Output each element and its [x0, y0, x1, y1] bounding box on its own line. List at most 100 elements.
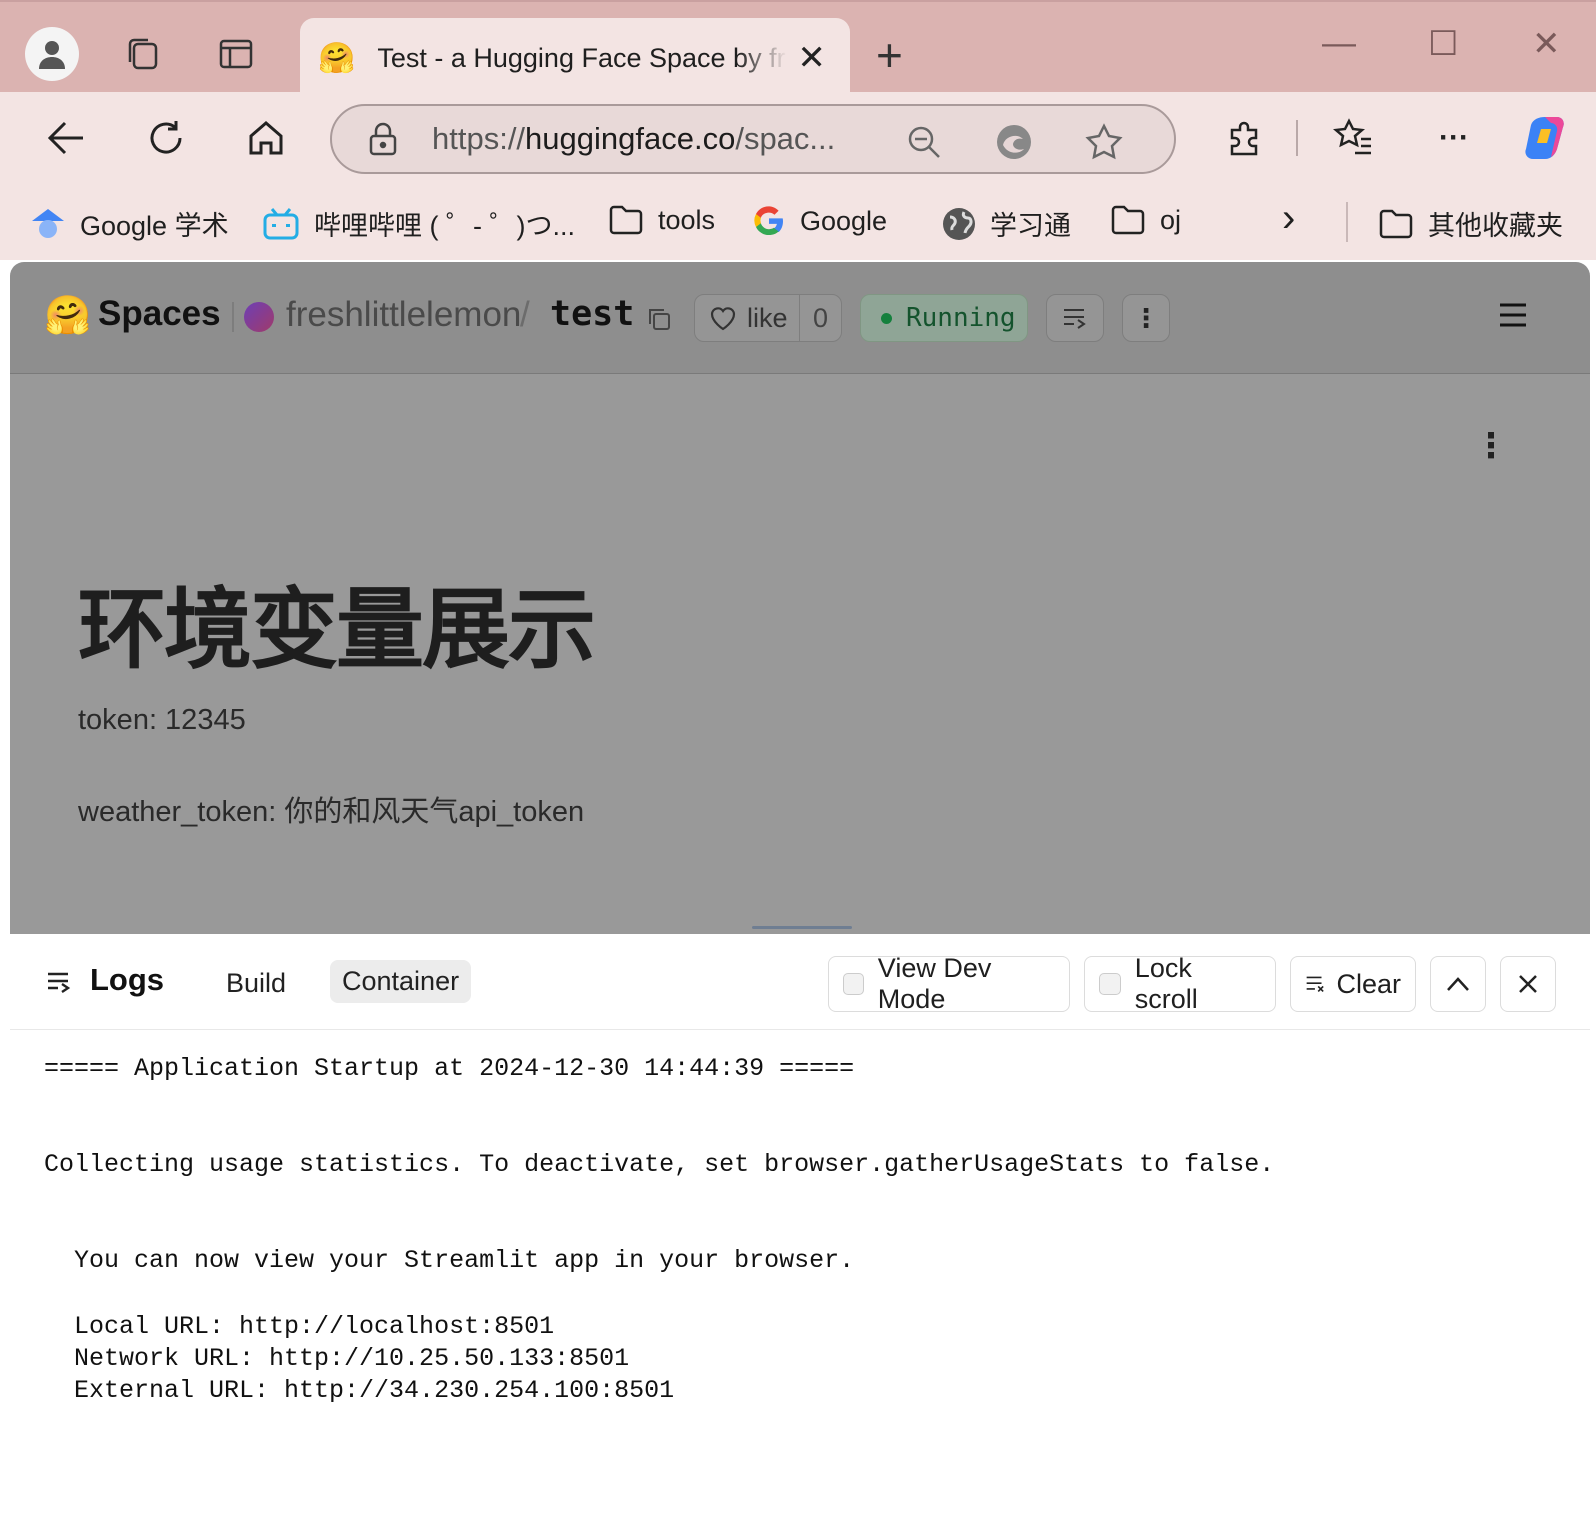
bookmark-bilibili[interactable]: 哔哩哔哩 ( ゜- ゜)つ...	[262, 204, 575, 243]
workspaces-button[interactable]	[114, 26, 170, 82]
toolbar-divider	[1296, 120, 1298, 156]
browser-title-bar: 🤗 Test - a Hugging Face Space by freshli…	[0, 0, 1596, 98]
zoom-button[interactable]	[904, 122, 944, 162]
google-icon	[752, 204, 786, 238]
header-divider	[232, 302, 234, 332]
clear-list-icon	[1306, 976, 1324, 993]
minimize-button[interactable]: —	[1322, 24, 1356, 63]
space-name[interactable]: test	[550, 294, 634, 334]
home-button[interactable]	[240, 112, 292, 164]
extensions-button[interactable]	[1218, 112, 1270, 164]
bookmark-folder-oj[interactable]: oj	[1110, 204, 1181, 236]
bookmarks-overflow-chevron-icon[interactable]: ›	[1282, 196, 1295, 241]
bookmark-label: 其他收藏夹	[1428, 211, 1563, 241]
star-icon	[1085, 123, 1123, 160]
new-tab-button[interactable]: +	[876, 28, 903, 82]
owner-avatar[interactable]	[244, 302, 274, 332]
logs-panel: Logs Build Container View Dev Mode Lock …	[10, 934, 1590, 1514]
bookmark-other-favorites[interactable]: 其他收藏夹	[1378, 204, 1563, 243]
bookmarks-divider	[1346, 202, 1348, 242]
streamlit-app-area: ⋮ 环境变量展示 token: 12345 weather_token: 你的和…	[10, 374, 1590, 934]
zoom-out-icon	[908, 126, 940, 158]
expand-logs-button[interactable]	[1430, 956, 1486, 1012]
url-text: https://huggingface.co/spac...	[432, 121, 836, 156]
active-tab[interactable]: 🤗 Test - a Hugging Face Space by freshli…	[300, 18, 850, 98]
view-dev-mode-checkbox[interactable]	[843, 973, 864, 995]
logs-list-icon	[46, 970, 74, 1001]
globe-icon	[942, 207, 976, 241]
tab-title: Test - a Hugging Face Space by freshlitt…	[377, 42, 787, 73]
vertical-dots-icon: ⋮	[1133, 302, 1159, 333]
status-badge[interactable]: Running	[860, 294, 1028, 342]
status-dot-icon	[881, 312, 892, 324]
log-line: External URL: http://34.230.254.100:8501	[44, 1376, 675, 1405]
favorite-button[interactable]	[1084, 122, 1124, 162]
view-dev-mode-label: View Dev Mode	[877, 953, 992, 1014]
bookmarks-bar: Google 学术 哔哩哔哩 ( ゜- ゜)つ... tools Google …	[0, 184, 1596, 260]
like-button[interactable]: like 0	[694, 294, 842, 342]
back-button[interactable]	[40, 112, 92, 164]
view-dev-mode-toggle[interactable]: View Dev Mode	[828, 953, 1070, 1014]
close-icon	[1519, 975, 1537, 993]
back-arrow-icon	[47, 121, 83, 155]
bookmark-label: oj	[1160, 204, 1182, 235]
address-bar[interactable]: https://huggingface.co/spac...	[330, 104, 1176, 174]
token-line: token: 12345	[78, 704, 246, 736]
tab-close-icon[interactable]: ✕	[797, 38, 826, 78]
copilot-icon	[1525, 117, 1564, 159]
lock-scroll-toggle[interactable]: Lock scroll	[1084, 953, 1276, 1014]
profile-button[interactable]	[24, 26, 80, 82]
space-menu-button[interactable]: ⋮	[1122, 294, 1170, 342]
space-owner-link[interactable]: freshlittlelemon	[286, 295, 521, 335]
space-header: 🤗 Spaces freshlittlelemon / test like 0 …	[10, 262, 1590, 374]
hamburger-menu-button[interactable]	[1498, 302, 1528, 328]
path-separator: /	[520, 295, 530, 334]
bookmark-google-scholar[interactable]: Google 学术	[30, 204, 229, 243]
weather-token-line: weather_token: 你的和风天气api_token	[78, 796, 585, 828]
lock-icon	[369, 122, 397, 156]
heart-icon	[710, 307, 736, 331]
folder-icon	[1110, 204, 1146, 236]
logs-title: Logs	[90, 962, 165, 997]
more-options-icon[interactable]: ···	[1428, 112, 1480, 164]
copilot-button[interactable]	[1520, 112, 1572, 164]
app-menu-vertical-dots-icon[interactable]: ⋮	[1474, 426, 1508, 466]
huggingface-logo-icon[interactable]: 🤗	[44, 294, 91, 338]
edge-icon	[997, 125, 1031, 159]
workspaces-icon	[128, 38, 158, 70]
profile-icon	[25, 27, 79, 81]
log-line: Network URL: http://10.25.50.133:8501	[44, 1344, 630, 1373]
refresh-icon	[150, 121, 182, 154]
bookmark-google[interactable]: Google	[752, 204, 887, 238]
like-label: like	[747, 302, 788, 333]
bookmark-label: tools	[658, 204, 716, 235]
logs-toggle-button[interactable]	[1046, 294, 1104, 342]
close-window-button[interactable]: ✕	[1532, 24, 1561, 64]
log-line: Local URL: http://localhost:8501	[44, 1312, 555, 1341]
clear-logs-button[interactable]: Clear	[1290, 956, 1416, 1012]
close-logs-button[interactable]	[1500, 956, 1556, 1012]
favorites-button[interactable]	[1328, 112, 1380, 164]
bookmark-folder-tools[interactable]: tools	[608, 204, 715, 236]
tab-build[interactable]: Build	[226, 964, 286, 1003]
spaces-link[interactable]: Spaces	[98, 294, 221, 334]
panel-resize-handle[interactable]	[752, 926, 852, 929]
like-count: 0	[799, 295, 841, 341]
clear-label: Clear	[1336, 968, 1401, 999]
tab-actions-icon	[219, 39, 253, 69]
huggingface-favicon-icon: 🤗	[318, 41, 356, 75]
favorites-list-icon	[1333, 118, 1371, 155]
lock-scroll-checkbox[interactable]	[1099, 973, 1121, 995]
folder-icon	[1378, 208, 1414, 240]
bookmark-xuexitong[interactable]: 学习通	[942, 204, 1071, 243]
bookmark-label: 学习通	[990, 211, 1071, 241]
maximize-button[interactable]: ☐	[1428, 24, 1458, 64]
refresh-button[interactable]	[140, 112, 192, 164]
home-icon	[249, 121, 283, 155]
bilibili-icon	[262, 207, 300, 241]
edge-app-button[interactable]	[994, 122, 1034, 162]
vertical-tabs-button[interactable]	[208, 26, 264, 82]
bookmark-label: 哔哩哔哩 ( ゜- ゜)つ...	[314, 211, 575, 241]
copy-name-button[interactable]	[646, 306, 672, 332]
tab-container[interactable]: Container	[330, 960, 472, 1003]
